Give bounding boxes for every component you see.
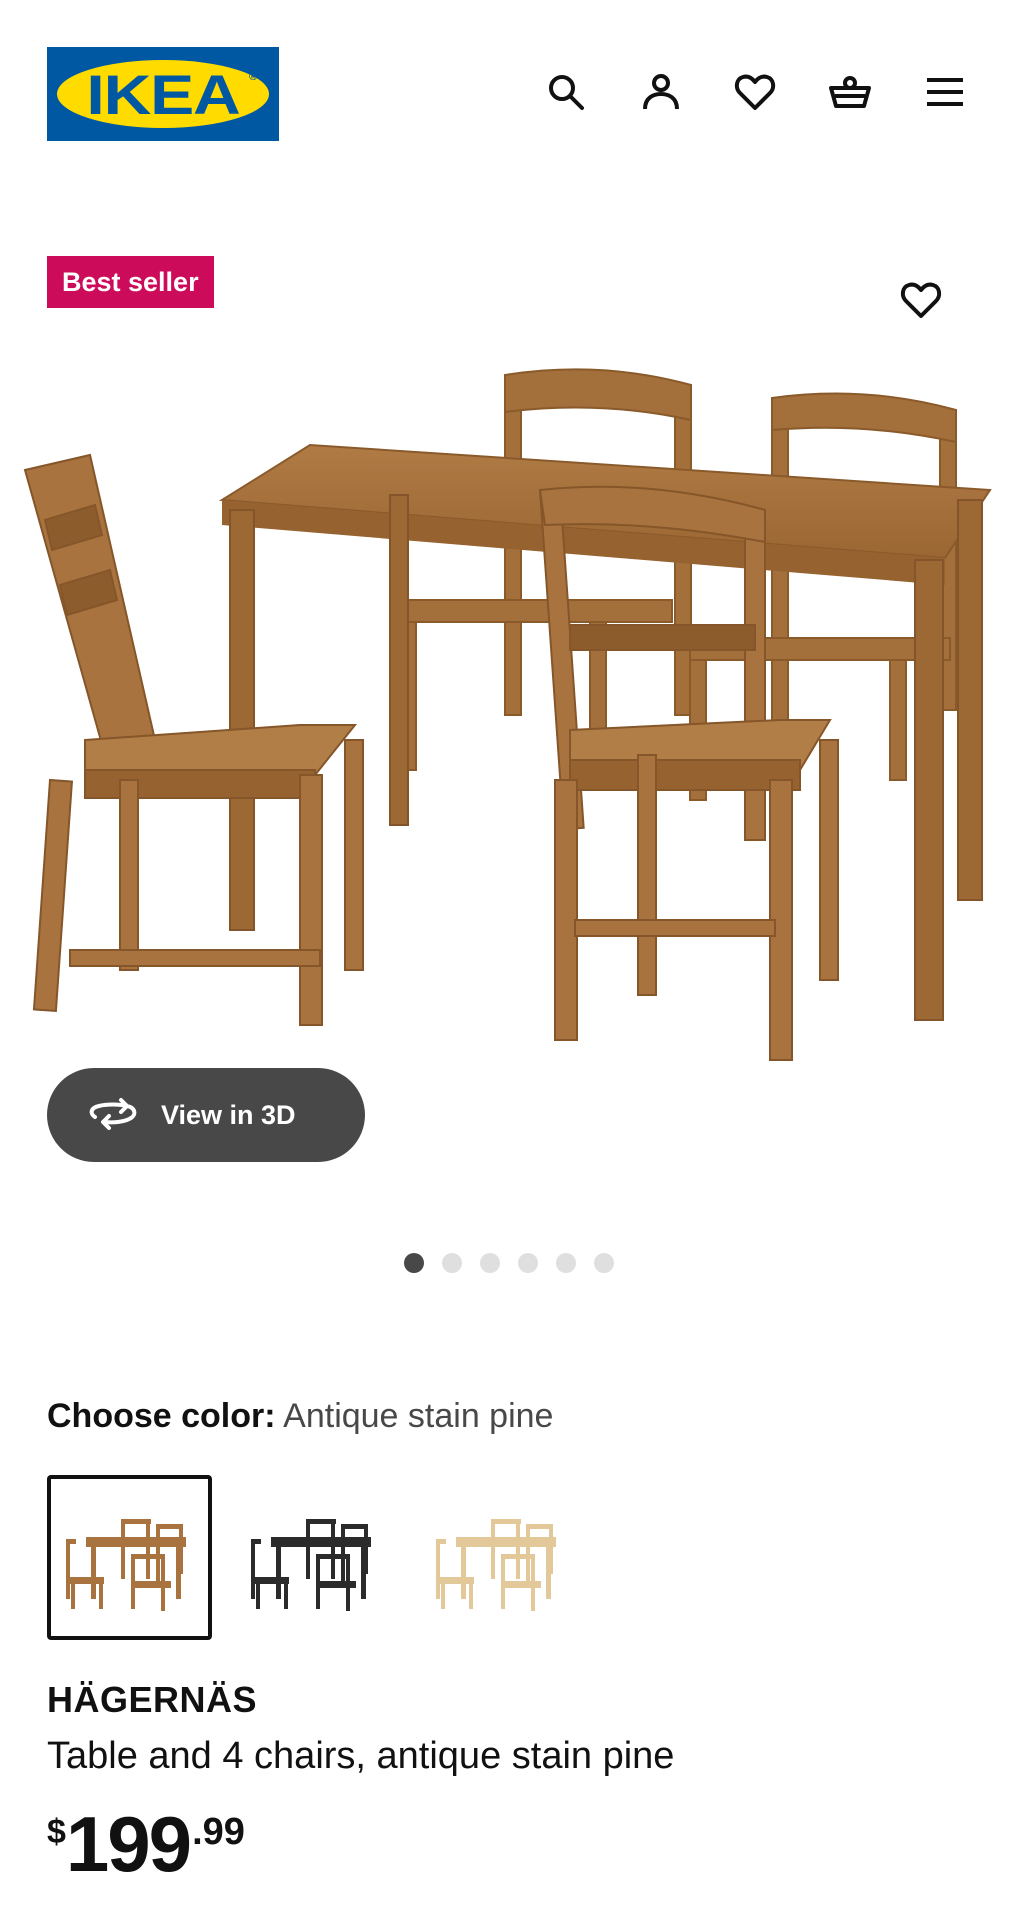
product-price: $ 199 .99 xyxy=(47,1805,245,1885)
carousel-dot-3[interactable] xyxy=(480,1253,500,1273)
logo-registered-mark: ® xyxy=(249,71,258,83)
add-to-favourites-heart-icon[interactable] xyxy=(893,272,949,328)
price-integer: 199 xyxy=(65,1800,192,1888)
site-header: IKEA ® xyxy=(0,0,1014,190)
color-chooser-label: Choose color: Antique stain pine xyxy=(47,1397,553,1436)
selected-color-value: Antique stain pine xyxy=(283,1397,554,1435)
swatch-black[interactable] xyxy=(232,1475,397,1640)
carousel-dot-1[interactable] xyxy=(404,1253,424,1273)
cart-icon[interactable] xyxy=(822,64,878,120)
carousel-dot-5[interactable] xyxy=(556,1253,576,1273)
favourites-icon[interactable] xyxy=(727,64,783,120)
carousel-dot-2[interactable] xyxy=(442,1253,462,1273)
product-description: Table and 4 chairs, antique stain pine xyxy=(47,1735,675,1777)
product-image[interactable] xyxy=(10,360,1004,1080)
product-name[interactable]: HÄGERNÄS xyxy=(47,1679,257,1721)
account-icon[interactable] xyxy=(633,64,689,120)
best-seller-badge: Best seller xyxy=(47,256,214,308)
image-carousel-indicator xyxy=(404,1253,614,1273)
logo-text: IKEA xyxy=(86,62,240,126)
choose-color-heading: Choose color: xyxy=(47,1397,276,1435)
ikea-logo[interactable]: IKEA ® xyxy=(47,47,279,141)
search-icon[interactable] xyxy=(538,64,594,120)
view-in-3d-button[interactable]: View in 3D xyxy=(47,1068,365,1162)
menu-icon[interactable] xyxy=(917,64,973,120)
carousel-dot-6[interactable] xyxy=(594,1253,614,1273)
price-currency: $ xyxy=(47,1813,66,1851)
swatch-antique-stain-pine[interactable] xyxy=(47,1475,212,1640)
price-decimal: .99 xyxy=(192,1811,245,1853)
carousel-dot-4[interactable] xyxy=(518,1253,538,1273)
swatch-natural-pine[interactable] xyxy=(417,1475,582,1640)
view-in-3d-label: View in 3D xyxy=(161,1099,296,1130)
rotate-3d-icon xyxy=(89,1098,137,1130)
